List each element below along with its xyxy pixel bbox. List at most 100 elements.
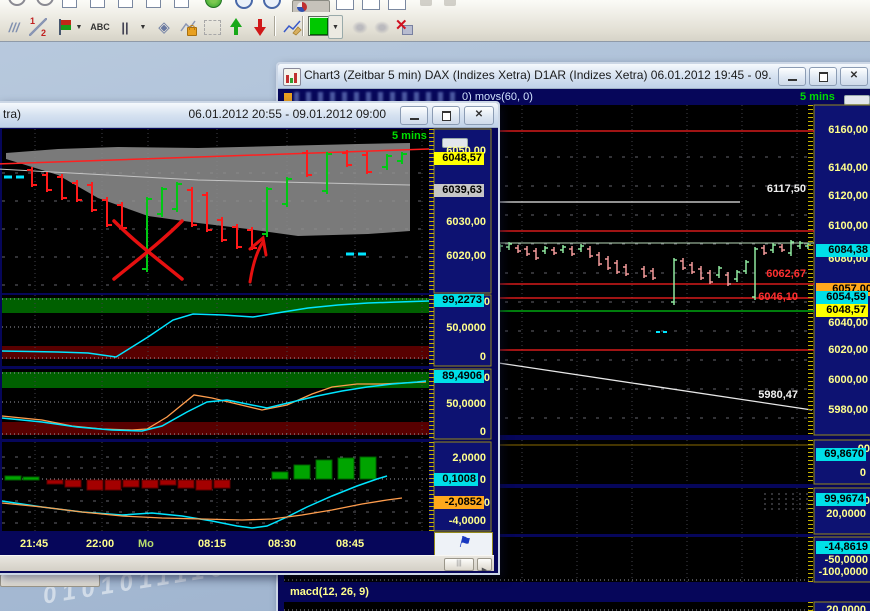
level-label-6117: 6117,50	[748, 183, 806, 195]
color-dropdown-icon[interactable]: ▼	[328, 15, 343, 39]
grid-icon-2[interactable]	[362, 0, 380, 10]
detail-restore-button[interactable]	[432, 106, 460, 125]
grid-icon-3[interactable]	[388, 0, 406, 10]
detail-ind1-mid: 50,0000	[436, 322, 486, 334]
partial-icon-b[interactable]	[444, 0, 456, 6]
price-tag-last: 6048,57	[816, 304, 868, 317]
detail-hscroll-right-arrow[interactable]: ▶	[477, 558, 492, 571]
chart3-ind1-ticks	[808, 440, 813, 484]
axis-6160: 6160,00	[818, 124, 868, 136]
detail-time-axis: 21:45 22:00 Mo 08:15 08:30 08:45	[0, 532, 434, 554]
detail-title-range: 06.01.2012 20:55 - 09.01.2012 09:00	[148, 107, 386, 121]
detail-hscroll-thumb[interactable]: |||	[444, 558, 474, 571]
trendline-pencil-glyph	[283, 18, 302, 36]
vertical-line-tool-icon[interactable]: ||	[116, 15, 134, 39]
detail-ind2-zero: 0	[436, 426, 486, 438]
detail-plot[interactable]	[0, 128, 494, 571]
detail-ind2-tag: 89,4906	[434, 370, 484, 383]
chart3-restore-button[interactable]	[809, 67, 837, 86]
clock-icon-2[interactable]	[263, 0, 281, 9]
detail-minimize-button[interactable]	[400, 106, 428, 125]
layout-icon-1[interactable]	[62, 0, 77, 8]
ind3-a2: -100,0000	[814, 566, 868, 578]
up-arrow-icon[interactable]	[224, 15, 248, 39]
chart3-ind2-ticks	[808, 488, 813, 534]
axis-6000: 6000,00	[818, 374, 868, 386]
chart3-title: Chart3 (Zeitbar 5 min) DAX (Indizes Xetr…	[304, 68, 772, 82]
lock-chart-icon[interactable]	[176, 15, 200, 39]
detail-close-button[interactable]: ✕	[464, 106, 494, 125]
axis-6040: 6040,00	[818, 317, 868, 329]
text-tool-icon[interactable]: ABC	[88, 15, 112, 39]
layout-icon-3[interactable]	[118, 0, 133, 8]
layout-icon-5[interactable]	[174, 0, 189, 8]
axis-6120: 6120,00	[818, 190, 868, 202]
detail-tag-last: 6048,57	[434, 152, 484, 165]
vline-dropdown-icon[interactable]: ▼	[136, 15, 150, 39]
detail-axis-6030: 6030,00	[436, 216, 486, 228]
diamond-tool-icon[interactable]: ◈	[152, 15, 176, 39]
detail-interval-label: 5 mins	[392, 130, 427, 142]
detail-tag-stop: 6039,63	[434, 184, 484, 197]
time-2200: 22:00	[86, 538, 114, 550]
detail-titlebar[interactable]: tra) 06.01.2012 20:55 - 09.01.2012 09:00…	[0, 103, 498, 128]
zoom-in-icon[interactable]	[8, 0, 26, 6]
flag-dropdown-icon[interactable]: ▼	[72, 15, 86, 39]
disabled-region-icon	[200, 15, 224, 39]
down-arrow-icon[interactable]	[248, 15, 272, 39]
detail-macd-low: -4,0000	[436, 515, 486, 527]
time-2145: 21:45	[20, 538, 48, 550]
layout-icon-2[interactable]	[90, 0, 105, 8]
partial-icon-a[interactable]	[420, 0, 432, 6]
clock-icon-1[interactable]	[235, 0, 253, 9]
axis-5980: 5980,00	[818, 404, 868, 416]
grid-icon-1[interactable]	[336, 0, 354, 10]
axis-6020: 6020,00	[818, 344, 868, 356]
pie-icon	[297, 2, 307, 12]
chart3-minimize-button[interactable]	[778, 67, 806, 86]
fibonacci-icon[interactable]: 1 2	[26, 15, 50, 39]
detail-hscrollbar[interactable]: ||| ▶	[0, 555, 494, 571]
globe-icon[interactable]	[205, 0, 222, 8]
trendline-edit-icon[interactable]	[280, 15, 304, 39]
detail-ind2-behind: 0	[482, 372, 490, 384]
toolbar-row-clipped	[0, 0, 870, 12]
detail-macd-signal-tag: -2,0852	[434, 496, 484, 509]
time-0845: 08:45	[336, 538, 364, 550]
axis-6100: 6100,00	[818, 220, 868, 232]
color-swatch[interactable]	[308, 16, 329, 36]
layout-icon-4[interactable]	[146, 0, 161, 8]
macd-axis-label: 20,0000	[818, 604, 866, 611]
price-label-6046: 6046,10	[740, 291, 798, 303]
fog-icon-2	[370, 15, 394, 39]
detail-flag-panel[interactable]: ⚑	[434, 532, 493, 556]
mdi-scrollbar-piece[interactable]	[0, 574, 100, 587]
toolbar-separator-2	[302, 16, 304, 36]
detail-ind1-tag: 99,2273	[434, 294, 484, 307]
macd-label-strip: macd(12, 26, 9)	[284, 585, 814, 601]
ind1-zero: 0	[818, 467, 866, 479]
ind3-tag: -14,8619	[816, 541, 870, 554]
detail-axis-6020: 6020,00	[436, 250, 486, 262]
chart3-close-button[interactable]: ✕	[840, 67, 868, 86]
chart3-titlebar[interactable]: Chart3 (Zeitbar 5 min) DAX (Indizes Xetr…	[278, 64, 870, 89]
level-label-5980: 5980,47	[740, 389, 798, 401]
ind1-tag: 69,8670	[816, 448, 866, 461]
detail-macd-high: 2,0000	[436, 452, 486, 464]
detail-macd-tag: 0,1008	[434, 473, 478, 486]
time-0815: 08:15	[198, 538, 226, 550]
level-label-6062: 6062,67	[748, 268, 806, 280]
drawing-toolbar: /// 1 2 ▼ ABC || ▼ ◈	[0, 12, 870, 41]
main-toolbar: /// 1 2 ▼ ABC || ▼ ◈	[0, 0, 870, 42]
parallel-lines-icon[interactable]: ///	[2, 15, 26, 39]
price-tag-6054: 6054,59	[816, 291, 868, 304]
pie-toggle-pressed[interactable]	[292, 0, 330, 12]
ind3-a1: -50,0000	[818, 554, 868, 566]
fog-icon-1	[348, 15, 372, 39]
time-mo: Mo	[138, 538, 154, 550]
delete-drawing-icon[interactable]: ✕	[392, 15, 416, 39]
detail-chart-window: tra) 06.01.2012 20:55 - 09.01.2012 09:00…	[0, 101, 500, 575]
zoom-out-icon[interactable]	[36, 0, 54, 6]
axis-6140: 6140,00	[818, 162, 868, 174]
detail-ind2-mid: 50,0000	[436, 398, 486, 410]
